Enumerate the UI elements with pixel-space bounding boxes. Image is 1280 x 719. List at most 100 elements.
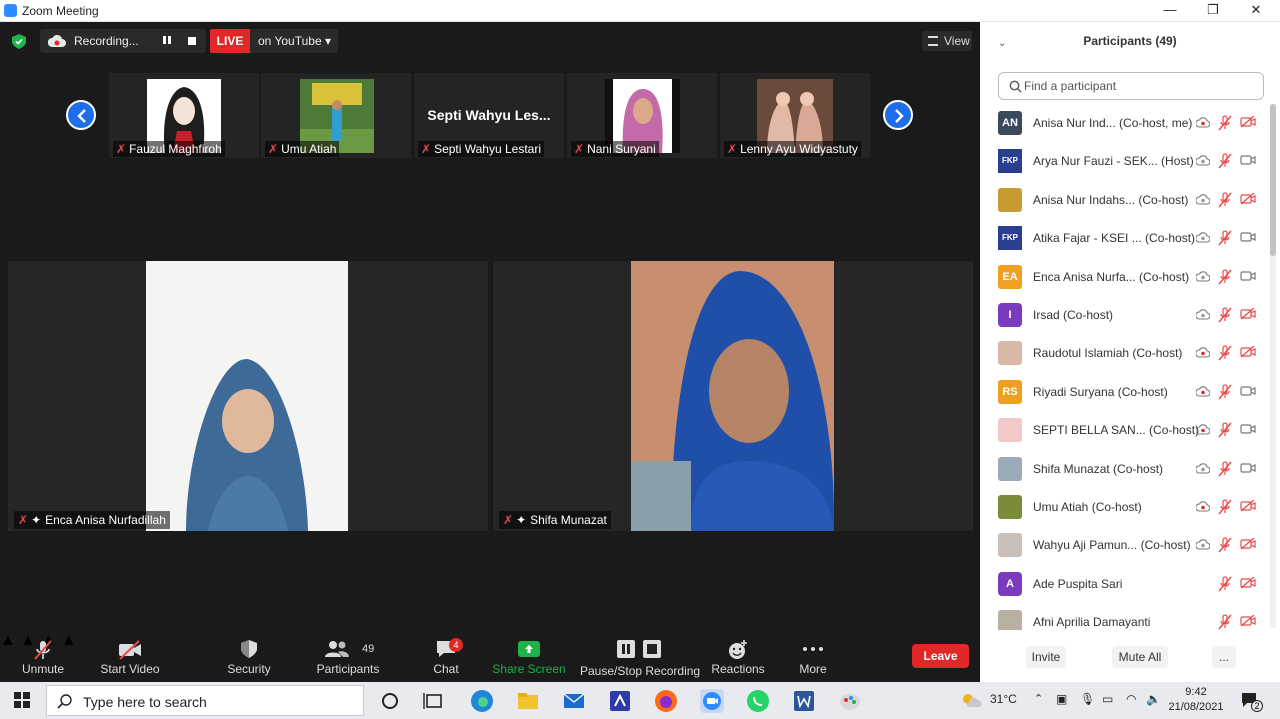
microphone-icon[interactable]: 🎙 (1080, 692, 1095, 706)
reactions-button[interactable]: Reactions (708, 636, 768, 680)
firefox-icon[interactable] (652, 687, 680, 715)
muted-mic-icon[interactable] (1218, 422, 1232, 438)
video-icon[interactable] (1240, 154, 1256, 166)
invite-button[interactable]: Invite (1026, 646, 1066, 668)
chat-button[interactable]: 4 Chat (420, 636, 472, 680)
video-tile[interactable]: ✗ ✦ Enca Anisa Nurfadillah (8, 261, 488, 531)
participant-row[interactable]: FKP Arya Nur Fauzi - SEK... (Host) (980, 142, 1270, 180)
pause-stop-recording-button[interactable]: Pause/Stop Recording (580, 636, 700, 680)
video-tile[interactable]: ✗ ✦ Shifa Munazat (493, 261, 973, 531)
zoom-taskbar-icon[interactable] (698, 687, 726, 715)
muted-mic-icon[interactable] (1218, 115, 1232, 131)
video-off-icon[interactable] (1240, 308, 1256, 320)
participant-thumbnail[interactable]: ✗ Nani Suryani (567, 73, 717, 158)
participant-list-scrollbar[interactable] (1270, 104, 1276, 628)
more-button[interactable]: More (790, 636, 836, 680)
muted-mic-icon[interactable] (1218, 153, 1232, 169)
participant-row[interactable]: Raudotul Islamiah (Co-host) (980, 334, 1270, 372)
mute-all-button[interactable]: Mute All (1112, 646, 1168, 668)
panel-more-button[interactable]: ... (1212, 646, 1236, 668)
muted-mic-icon[interactable] (1218, 345, 1232, 361)
power-apps-icon[interactable] (606, 687, 634, 715)
previous-page-button[interactable] (66, 100, 96, 130)
cloud-recording-icon (1196, 539, 1210, 550)
video-off-icon[interactable] (1240, 346, 1256, 358)
participant-row[interactable]: I Irsad (Co-host) (980, 296, 1270, 334)
whatsapp-icon[interactable] (744, 687, 772, 715)
participant-row[interactable]: Umu Atiah (Co-host) (980, 488, 1270, 526)
pin-icon: ✦ (31, 513, 42, 527)
participant-row[interactable]: EA Enca Anisa Nurfa... (Co-host) (980, 258, 1270, 296)
minimize-button[interactable]: — (1150, 0, 1190, 22)
video-icon[interactable] (1240, 462, 1256, 474)
muted-mic-icon[interactable] (1218, 192, 1232, 208)
next-page-button[interactable] (883, 100, 913, 130)
maximize-button[interactable]: ❐ (1193, 0, 1233, 22)
close-button[interactable]: ✕ (1236, 0, 1276, 22)
video-off-icon[interactable] (1240, 576, 1256, 589)
participant-row[interactable]: SEPTI BELLA SAN... (Co-host) (980, 411, 1270, 449)
encryption-shield-icon[interactable] (12, 34, 26, 49)
view-button[interactable]: View (922, 31, 972, 51)
video-icon[interactable] (1240, 231, 1256, 243)
participant-thumbnail[interactable]: ✗ Lenny Ayu Widyastuty (720, 73, 870, 158)
muted-mic-icon[interactable] (1218, 230, 1232, 246)
cortana-icon[interactable] (376, 687, 404, 715)
edge-browser-icon[interactable] (468, 687, 496, 715)
taskbar-search-box[interactable]: Type here to search (46, 685, 364, 716)
system-clock[interactable]: 9:42 21/08/2021 (1166, 685, 1226, 715)
muted-mic-icon[interactable] (1218, 537, 1232, 553)
participant-row[interactable]: A Ade Puspita Sari (980, 565, 1270, 603)
participant-search[interactable] (998, 72, 1264, 100)
muted-mic-icon: ✗ (116, 142, 127, 156)
muted-mic-icon[interactable] (1218, 499, 1232, 515)
muted-mic-icon[interactable] (1218, 307, 1232, 323)
start-video-button[interactable]: Start Video (96, 636, 164, 680)
participant-row[interactable]: Afni Aprilia Damayanti (980, 603, 1270, 630)
video-off-icon[interactable] (1240, 538, 1256, 550)
live-stream-dropdown[interactable]: on YouTube ▾ (250, 29, 338, 53)
file-explorer-icon[interactable] (514, 687, 542, 715)
video-off-icon[interactable] (1240, 500, 1256, 512)
search-input[interactable] (1024, 78, 1254, 94)
task-view-icon[interactable] (420, 687, 448, 715)
muted-mic-icon[interactable] (1218, 384, 1232, 400)
muted-mic-icon[interactable] (1218, 460, 1232, 477)
participant-row[interactable]: AN Anisa Nur Ind... (Co-host, me) (980, 104, 1270, 142)
video-off-icon[interactable] (1240, 116, 1256, 128)
paint-icon[interactable] (836, 687, 864, 715)
wifi-icon[interactable]: ◠ (1126, 692, 1136, 706)
video-icon[interactable] (1240, 385, 1256, 397)
participant-thumbnail[interactable]: ✗ Fauzul Maghfiroh (109, 73, 259, 158)
mail-icon[interactable] (560, 687, 588, 715)
participant-row[interactable]: FKP Atika Fajar - KSEI ... (Co-host) (980, 219, 1270, 257)
stop-recording-icon[interactable] (188, 37, 196, 45)
security-button[interactable]: Security (220, 636, 278, 680)
muted-mic-icon[interactable] (1218, 576, 1232, 592)
participant-row[interactable]: RS Riyadi Suryana (Co-host) (980, 373, 1270, 411)
word-icon[interactable] (790, 687, 818, 715)
leave-button[interactable]: Leave (912, 644, 969, 668)
weather-temperature[interactable]: 31°C (990, 692, 1017, 706)
participant-row[interactable]: Shifa Munazat (Co-host) (980, 450, 1270, 488)
video-off-icon[interactable] (1240, 615, 1256, 627)
pause-recording-icon[interactable] (162, 35, 172, 45)
participant-thumbnail[interactable]: ✗ Umu Atiah (261, 73, 411, 158)
scrollbar-thumb[interactable] (1270, 104, 1276, 256)
participants-button[interactable]: 49 Participants (312, 636, 384, 680)
participant-row[interactable]: Anisa Nur Indahs... (Co-host) (980, 181, 1270, 219)
muted-mic-icon[interactable] (1218, 614, 1232, 630)
battery-icon[interactable]: ▭ (1102, 692, 1113, 706)
video-icon[interactable] (1240, 423, 1256, 435)
participant-thumbnail[interactable]: Septi Wahyu Les... ✗ Septi Wahyu Lestari (414, 73, 564, 158)
meet-now-icon[interactable]: ▣ (1056, 692, 1067, 706)
unmute-button[interactable]: Unmute (14, 636, 72, 680)
participant-row[interactable]: Wahyu Aji Pamun... (Co-host) (980, 526, 1270, 564)
video-off-icon[interactable] (1240, 192, 1256, 205)
video-icon[interactable] (1240, 270, 1256, 282)
chevron-up-icon[interactable]: ⌃ (1034, 692, 1043, 705)
share-screen-button[interactable]: Share Screen (492, 636, 566, 680)
volume-icon[interactable]: 🔈 (1146, 692, 1161, 706)
muted-mic-icon[interactable] (1218, 268, 1232, 285)
windows-start-icon[interactable] (14, 692, 30, 708)
